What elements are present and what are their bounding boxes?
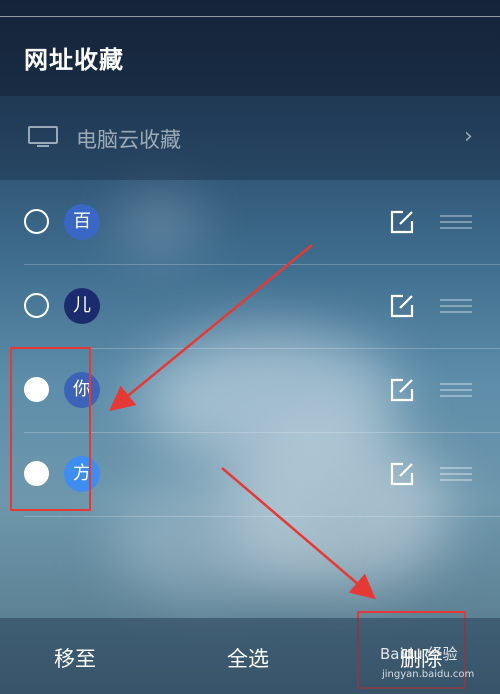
- edit-icon[interactable]: [389, 377, 415, 403]
- watermark-logo: Baidu 经验: [380, 645, 458, 663]
- page-title: 网址收藏: [24, 46, 124, 74]
- select-all-button[interactable]: 全选: [227, 643, 269, 673]
- drag-handle-icon[interactable]: [440, 383, 472, 397]
- drag-handle-icon[interactable]: [440, 215, 472, 229]
- cloud-favorites-label: 电脑云收藏: [76, 128, 181, 152]
- divider: [0, 16, 500, 17]
- drag-handle-icon[interactable]: [440, 467, 472, 481]
- edit-icon[interactable]: [389, 209, 415, 235]
- chevron-right-icon: ›: [464, 124, 473, 149]
- select-radio[interactable]: [24, 461, 49, 486]
- watermark-url: jingyan.baidu.com: [382, 669, 475, 680]
- site-avatar: 你: [64, 372, 100, 408]
- edit-icon[interactable]: [389, 461, 415, 487]
- select-radio[interactable]: [24, 293, 49, 318]
- drag-handle-icon[interactable]: [440, 299, 472, 313]
- site-avatar: 百: [64, 204, 100, 240]
- site-avatar: 儿: [64, 288, 100, 324]
- select-radio[interactable]: [24, 377, 49, 402]
- select-radio[interactable]: [24, 209, 49, 234]
- row-divider: [24, 516, 500, 517]
- bookmark-row[interactable]: 你: [0, 348, 500, 432]
- cloud-favorites-row[interactable]: [0, 96, 500, 180]
- monitor-icon: [28, 126, 58, 147]
- bookmark-row[interactable]: 儿: [0, 264, 500, 348]
- bookmark-row[interactable]: 百: [0, 180, 500, 264]
- bookmark-row[interactable]: 方: [0, 432, 500, 516]
- move-to-button[interactable]: 移至: [54, 643, 96, 673]
- site-avatar: 方: [64, 456, 100, 492]
- edit-icon[interactable]: [389, 293, 415, 319]
